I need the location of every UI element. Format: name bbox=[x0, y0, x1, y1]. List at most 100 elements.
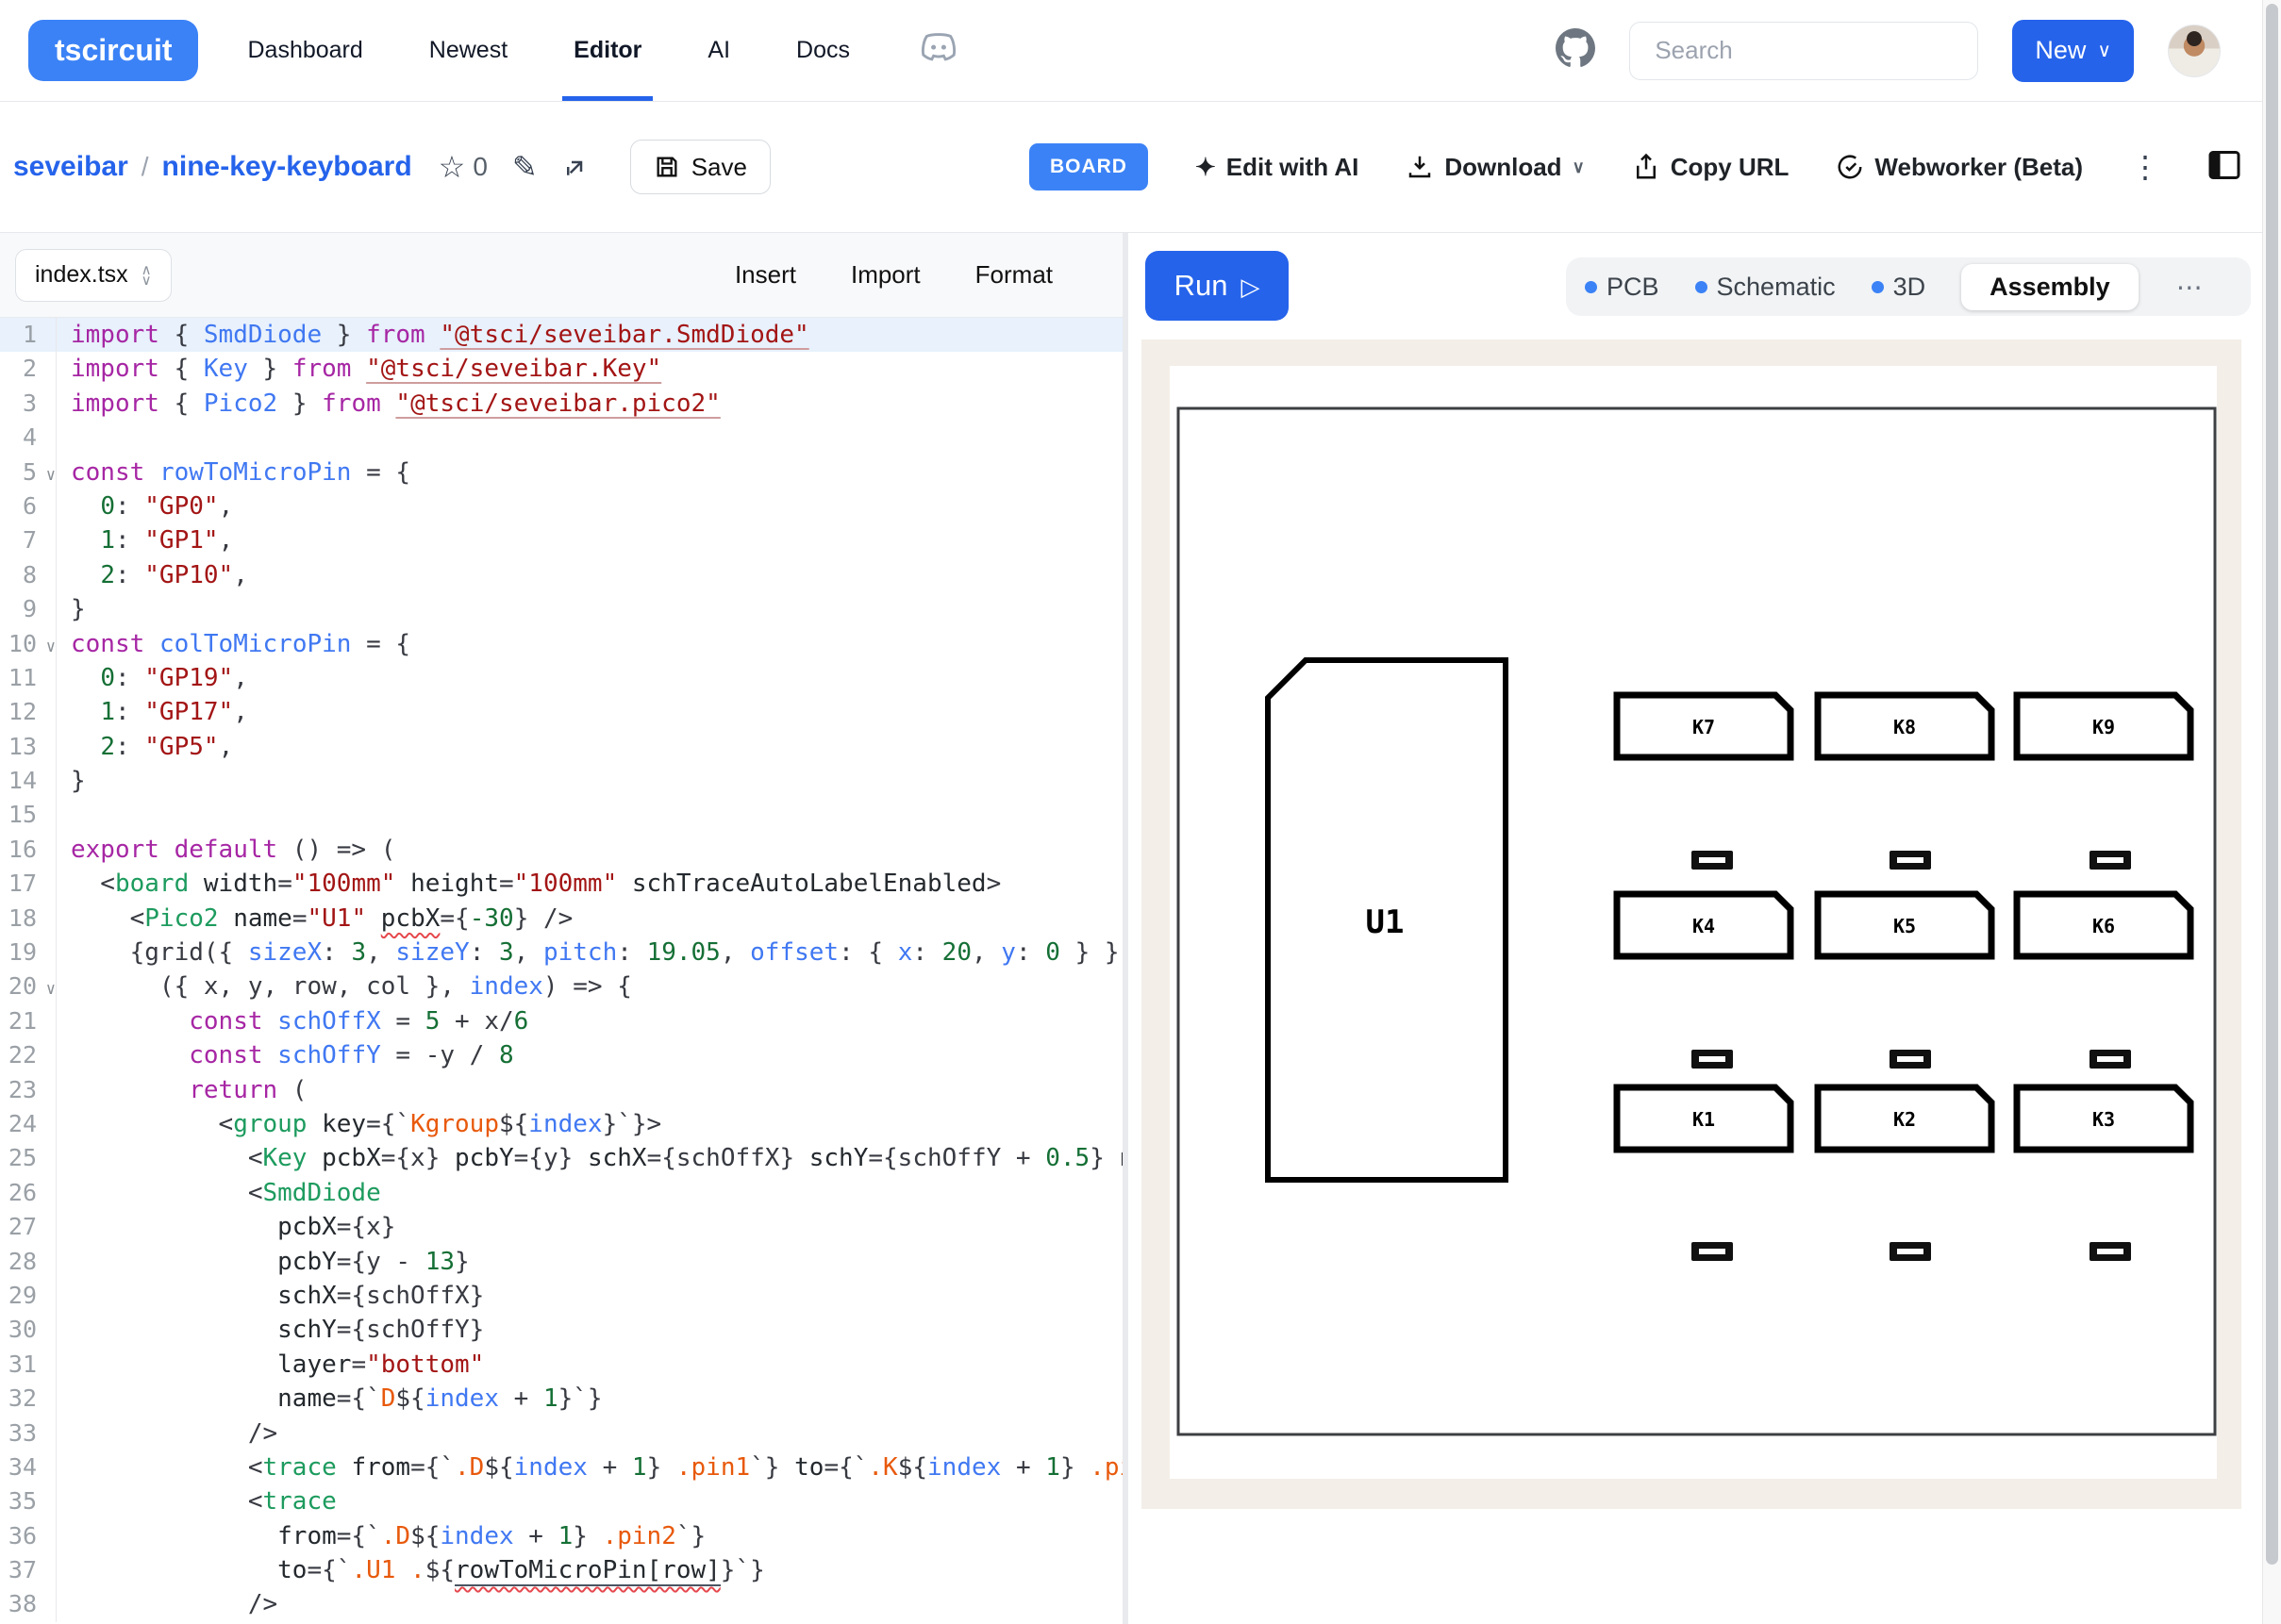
download-button[interactable]: Download ∨ bbox=[1406, 153, 1584, 182]
tab-3d[interactable]: 3D bbox=[1872, 273, 1926, 302]
nav-right: New ∨ bbox=[1556, 20, 2221, 82]
code-line[interactable]: 12 1: "GP17", bbox=[0, 695, 1123, 729]
code-line[interactable]: 6 0: "GP0", bbox=[0, 489, 1123, 523]
run-button[interactable]: Run ▷ bbox=[1145, 251, 1289, 321]
nav-item-newest[interactable]: Newest bbox=[429, 0, 508, 101]
code-line[interactable]: 20∨ ({ x, y, row, col }, index) => { bbox=[0, 969, 1123, 1003]
code-line[interactable]: 23 return ( bbox=[0, 1073, 1123, 1107]
assembly-canvas[interactable]: U1K7K8K9K4K5K6K1K2K3 bbox=[1170, 366, 2217, 1479]
diode-slot bbox=[2097, 1249, 2123, 1254]
code-line[interactable]: 13 2: "GP5", bbox=[0, 730, 1123, 764]
key-label: K7 bbox=[1692, 716, 1715, 738]
code-line[interactable]: 3import { Pico2 } from "@tsci/seveibar.p… bbox=[0, 387, 1123, 421]
code-line[interactable]: 32 name={`D${index + 1}`} bbox=[0, 1382, 1123, 1416]
code-line[interactable]: 33 /> bbox=[0, 1417, 1123, 1450]
code-line[interactable]: 15 bbox=[0, 798, 1123, 832]
code-line[interactable]: 26 <SmdDiode bbox=[0, 1176, 1123, 1210]
copy-url-button[interactable]: Copy URL bbox=[1632, 153, 1790, 182]
code-line[interactable]: 18 <Pico2 name="U1" pcbX={-30} /> bbox=[0, 902, 1123, 936]
code-text: from={`.D${index + 1} .pin2`} bbox=[57, 1519, 706, 1553]
code-line[interactable]: 17 <board width="100mm" height="100mm" s… bbox=[0, 867, 1123, 901]
line-number: 16 bbox=[0, 833, 57, 867]
edit-with-ai-button[interactable]: ✦ Edit with AI bbox=[1195, 153, 1358, 182]
code-line[interactable]: 38 /> bbox=[0, 1587, 1123, 1621]
code-line[interactable]: 4 bbox=[0, 421, 1123, 455]
code-line[interactable]: 24 <group key={`Kgroup${index}`}> bbox=[0, 1107, 1123, 1141]
nav-item-docs[interactable]: Docs bbox=[796, 0, 850, 101]
rename-button[interactable]: ✎ bbox=[512, 149, 538, 185]
fold-chevron-icon[interactable]: ∨ bbox=[46, 458, 56, 492]
code-line[interactable]: 34 <trace from={`.D${index + 1} .pin1`} … bbox=[0, 1450, 1123, 1484]
nav-item-editor[interactable]: Editor bbox=[574, 0, 641, 101]
code-line[interactable]: 37 to={`.U1 .${rowToMicroPin[row]}`} bbox=[0, 1553, 1123, 1587]
user-avatar[interactable] bbox=[2168, 25, 2221, 77]
file-selector[interactable]: index.tsx ∧∨ bbox=[15, 249, 172, 302]
code-line[interactable]: 5∨const rowToMicroPin = { bbox=[0, 456, 1123, 489]
line-number: 18 bbox=[0, 902, 57, 936]
code-line[interactable]: 14} bbox=[0, 764, 1123, 798]
star-button[interactable]: ☆ 0 bbox=[439, 149, 488, 185]
tab-schematic[interactable]: Schematic bbox=[1695, 273, 1836, 302]
save-button[interactable]: Save bbox=[630, 140, 771, 194]
more-menu-button[interactable]: ⋮ bbox=[2130, 149, 2160, 185]
key-label: K8 bbox=[1893, 716, 1916, 738]
code-line[interactable]: 7 1: "GP1", bbox=[0, 523, 1123, 557]
diode-slot bbox=[1699, 1249, 1725, 1254]
line-number: 21 bbox=[0, 1004, 57, 1038]
board-badge[interactable]: BOARD bbox=[1029, 143, 1148, 191]
code-line[interactable]: 16export default () => ( bbox=[0, 833, 1123, 867]
github-icon[interactable] bbox=[1556, 28, 1595, 73]
code-line[interactable]: 30 schY={schOffY} bbox=[0, 1313, 1123, 1347]
code-line[interactable]: 9} bbox=[0, 592, 1123, 626]
download-label: Download bbox=[1444, 153, 1561, 182]
code-line[interactable]: 28 pcbY={y - 13} bbox=[0, 1245, 1123, 1279]
code-line[interactable]: 29 schX={schOffX} bbox=[0, 1279, 1123, 1313]
code-text: 1: "GP17", bbox=[57, 695, 248, 729]
fold-chevron-icon[interactable]: ∨ bbox=[46, 630, 56, 664]
code-line[interactable]: 21 const schOffX = 5 + x/6 bbox=[0, 1004, 1123, 1038]
breadcrumb-project[interactable]: nine-key-keyboard bbox=[162, 151, 412, 183]
code-line[interactable]: 36 from={`.D${index + 1} .pin2`} bbox=[0, 1519, 1123, 1553]
breadcrumb-owner[interactable]: seveibar bbox=[13, 151, 128, 183]
code-editor-panel: index.tsx ∧∨ Insert Import Format 1impor… bbox=[0, 233, 1123, 1624]
code-line[interactable]: 35 <trace bbox=[0, 1484, 1123, 1518]
code-line[interactable]: 8 2: "GP10", bbox=[0, 558, 1123, 592]
menu-import[interactable]: Import bbox=[851, 260, 921, 290]
new-button[interactable]: New ∨ bbox=[2012, 20, 2134, 82]
open-link-button[interactable] bbox=[562, 153, 591, 181]
panel-layout-button[interactable] bbox=[2207, 149, 2241, 186]
fold-chevron-icon[interactable]: ∨ bbox=[46, 972, 56, 1006]
nav-item-ai[interactable]: AI bbox=[708, 0, 730, 101]
code-line[interactable]: 25 <Key pcbX={x} pcbY={y} schX={schOffX}… bbox=[0, 1141, 1123, 1175]
code-line[interactable]: 1import { SmdDiode } from "@tsci/seveiba… bbox=[0, 318, 1123, 352]
toolbar-actions: BOARD ✦ Edit with AI Download ∨ Copy URL bbox=[1029, 143, 2241, 191]
code-line[interactable]: 2import { Key } from "@tsci/seveibar.Key… bbox=[0, 352, 1123, 386]
line-number: 3 bbox=[0, 387, 57, 421]
menu-format[interactable]: Format bbox=[975, 260, 1053, 290]
tab-assembly[interactable]: Assembly bbox=[1961, 264, 2139, 310]
star-count: 0 bbox=[473, 152, 488, 182]
app-logo[interactable]: tscircuit bbox=[28, 20, 198, 81]
chevron-down-icon: ∨ bbox=[1573, 157, 1585, 177]
nav-item-dashboard[interactable]: Dashboard bbox=[247, 0, 362, 101]
edit-with-ai-label: Edit with AI bbox=[1226, 153, 1359, 182]
line-number: 4 bbox=[0, 421, 57, 455]
code-line[interactable]: 22 const schOffY = -y / 8 bbox=[0, 1038, 1123, 1072]
webworker-button[interactable]: Webworker (Beta) bbox=[1836, 153, 2083, 182]
code-area[interactable]: 1import { SmdDiode } from "@tsci/seveiba… bbox=[0, 318, 1123, 1624]
scrollbar-thumb[interactable] bbox=[2266, 4, 2278, 1565]
code-line[interactable]: 27 pcbX={x} bbox=[0, 1210, 1123, 1244]
code-line[interactable]: 19 {grid({ sizeX: 3, sizeY: 3, pitch: 19… bbox=[0, 936, 1123, 969]
tab-pcb[interactable]: PCB bbox=[1585, 273, 1659, 302]
menu-insert[interactable]: Insert bbox=[735, 260, 796, 290]
discord-icon[interactable] bbox=[918, 31, 959, 70]
code-line[interactable]: 10∨const colToMicroPin = { bbox=[0, 627, 1123, 661]
run-label: Run bbox=[1174, 269, 1228, 303]
search-input[interactable] bbox=[1629, 22, 1978, 80]
project-meta: ☆ 0 ✎ Save bbox=[439, 140, 771, 194]
tabs-more-button[interactable]: ⋯ bbox=[2176, 272, 2203, 303]
code-line[interactable]: 11 0: "GP19", bbox=[0, 661, 1123, 695]
line-number: 15 bbox=[0, 798, 57, 832]
code-line[interactable]: 31 layer="bottom" bbox=[0, 1348, 1123, 1382]
external-link-icon bbox=[562, 153, 591, 181]
